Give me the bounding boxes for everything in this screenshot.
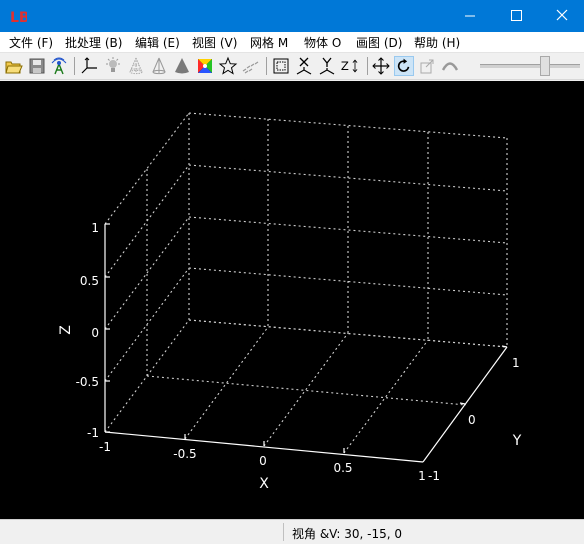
move-icon[interactable] — [371, 56, 391, 76]
title-bar: LB — [0, 0, 584, 32]
color-cube-icon[interactable] — [195, 56, 215, 76]
y-tick-label: 1 — [512, 356, 520, 370]
points-icon[interactable] — [241, 56, 261, 76]
app-icon: LB — [10, 10, 27, 25]
menu-batch[interactable]: 批处理 (B) — [65, 35, 122, 51]
plot-canvas[interactable]: 1 0.5 0 -0.5 -1 -1 -0.5 0 0.5 1 -1 0 1 X… — [0, 81, 584, 519]
star-icon[interactable] — [218, 56, 238, 76]
menu-edit[interactable]: 编辑 (E) — [135, 35, 180, 51]
view-angle-status: 视角 &V: 30, -15, 0 — [292, 527, 403, 541]
toolbar-separator — [367, 57, 368, 75]
export-icon[interactable] — [417, 56, 437, 76]
box-frame-icon[interactable] — [271, 56, 291, 76]
zoom-slider-thumb[interactable] — [540, 56, 550, 76]
close-button[interactable] — [539, 0, 584, 32]
menu-bar: 文件 (F) 批处理 (B) 编辑 (E) 视图 (V) 网格 M 物体 O 画… — [0, 32, 584, 53]
menu-mesh[interactable]: 网格 M — [250, 35, 288, 51]
svg-text:LB: LB — [10, 10, 27, 25]
z-tick-label: 0 — [91, 326, 99, 340]
cone-wire-icon[interactable] — [126, 56, 146, 76]
axes — [104, 223, 508, 463]
arc-icon[interactable] — [440, 56, 460, 76]
x-axis-label: X — [259, 476, 269, 492]
x-tick-label: -0.5 — [173, 447, 196, 461]
status-divider — [283, 523, 284, 541]
zoom-slider[interactable] — [480, 64, 580, 68]
z-axis-label: Z — [58, 325, 74, 335]
plot-area[interactable]: 1 0.5 0 -0.5 -1 -1 -0.5 0 0.5 1 -1 0 1 X… — [0, 81, 584, 519]
y-tick-label: -1 — [428, 469, 440, 483]
axis-labels: X Y Z — [58, 325, 522, 492]
open-icon[interactable] — [4, 56, 24, 76]
rotate-icon[interactable] — [394, 56, 414, 76]
z-tick-label: 1 — [91, 221, 99, 235]
menu-object[interactable]: 物体 O — [304, 35, 341, 51]
axes-icon[interactable] — [79, 56, 99, 76]
tick-labels: 1 0.5 0 -0.5 -1 -1 -0.5 0 0.5 1 -1 0 1 — [76, 221, 520, 483]
cone-mesh-icon[interactable] — [149, 56, 169, 76]
svg-text:Z: Z — [341, 59, 349, 73]
menu-file[interactable]: 文件 (F) — [9, 35, 53, 51]
z-tick-label: -1 — [87, 426, 99, 440]
x-tick-label: 0 — [259, 454, 267, 468]
toolbar-separator — [74, 57, 75, 75]
view-y-icon[interactable] — [317, 56, 337, 76]
menu-draw[interactable]: 画图 (D) — [356, 35, 402, 51]
minimize-button[interactable] — [447, 0, 493, 32]
x-tick-label: 1 — [418, 469, 426, 483]
z-tick-label: -0.5 — [76, 375, 99, 389]
y-tick-label: 0 — [468, 413, 476, 427]
view-z-icon[interactable]: Z — [340, 56, 360, 76]
antenna-icon[interactable] — [49, 56, 69, 76]
light-icon[interactable] — [103, 56, 123, 76]
view-x-icon[interactable] — [294, 56, 314, 76]
menu-help[interactable]: 帮助 (H) — [414, 35, 460, 51]
menu-view[interactable]: 视图 (V) — [192, 35, 237, 51]
save-icon[interactable] — [27, 56, 47, 76]
status-bar: 视角 &V: 30, -15, 0 — [0, 519, 584, 544]
x-tick-label: 0.5 — [333, 461, 352, 475]
grid-lines — [104, 112, 508, 454]
z-tick-label: 0.5 — [80, 274, 99, 288]
x-tick-label: -1 — [99, 440, 111, 454]
toolbar-separator — [266, 57, 267, 75]
y-axis-label: Y — [512, 433, 522, 449]
cone-solid-icon[interactable] — [172, 56, 192, 76]
maximize-button[interactable] — [493, 0, 539, 32]
